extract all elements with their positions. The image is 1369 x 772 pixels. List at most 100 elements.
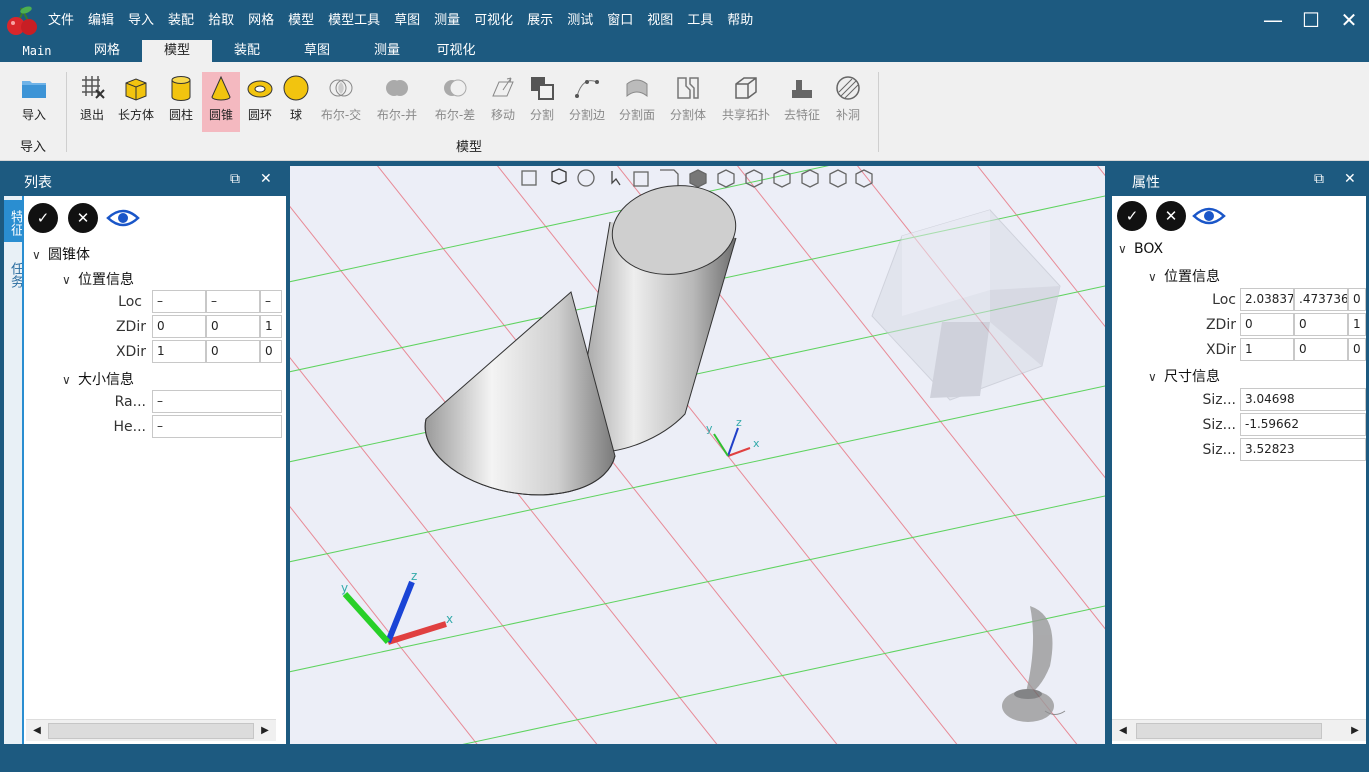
tab-assembly[interactable]: 装配 — [224, 40, 270, 62]
chevron-down-icon[interactable]: ∨ — [1118, 242, 1134, 256]
height-field[interactable]: – — [152, 415, 282, 438]
zdir-z-field[interactable]: 1 — [1348, 313, 1366, 336]
menu-view[interactable]: 视图 — [647, 9, 673, 28]
menu-visualize[interactable]: 可视化 — [474, 9, 513, 28]
menu-pick[interactable]: 拾取 — [208, 9, 234, 28]
loc-z-field[interactable]: – — [260, 290, 282, 313]
menu-sketch[interactable]: 草图 — [394, 9, 420, 28]
xdir-y-field[interactable]: 0 — [206, 340, 260, 363]
split-button[interactable]: 分割 — [526, 74, 558, 124]
float-panel-icon[interactable]: ⧉ — [1314, 171, 1324, 187]
tab-mesh[interactable]: 网格 — [84, 40, 130, 62]
menu-window[interactable]: 窗口 — [607, 9, 633, 28]
cylinder-button[interactable]: 圆柱 — [164, 74, 198, 124]
close-panel-icon[interactable]: ✕ — [260, 171, 272, 187]
zdir-y-field[interactable]: 0 — [206, 315, 260, 338]
loc-z-field[interactable]: 0 — [1348, 288, 1366, 311]
boolean-union-button[interactable]: 布尔-并 — [372, 74, 422, 124]
exit-button[interactable]: 退出 — [74, 74, 110, 124]
chevron-down-icon[interactable]: ∨ — [62, 273, 78, 287]
import-button[interactable]: 导入 — [14, 74, 54, 124]
split-edge-button[interactable]: 分割边 — [566, 74, 608, 124]
tree-node-position[interactable]: ∨ 位置信息 — [62, 269, 134, 289]
zdir-y-field[interactable]: 0 — [1294, 313, 1348, 336]
loc-x-field[interactable]: – — [152, 290, 206, 313]
menu-help[interactable]: 帮助 — [727, 9, 753, 28]
size-z-field[interactable]: 3.52823 — [1240, 438, 1366, 461]
scroll-right-icon[interactable]: ▶ — [1344, 720, 1366, 742]
fill-hole-button[interactable]: 补洞 — [830, 74, 866, 124]
cone-button[interactable]: 圆锥 — [202, 72, 240, 132]
tab-visualize[interactable]: 可视化 — [428, 40, 484, 62]
loc-y-field[interactable]: .473736 — [1294, 288, 1348, 311]
xdir-x-field[interactable]: 1 — [152, 340, 206, 363]
size-y-field[interactable]: -1.59662 — [1240, 413, 1366, 436]
tree-node-box[interactable]: ∨ BOX — [1118, 241, 1163, 257]
tab-measure[interactable]: 测量 — [364, 40, 410, 62]
menu-measure[interactable]: 测量 — [434, 9, 460, 28]
scene-canvas[interactable]: x z y x z y — [290, 166, 1105, 744]
menu-test[interactable]: 测试 — [567, 9, 593, 28]
xdir-y-field[interactable]: 0 — [1294, 338, 1348, 361]
scroll-right-icon[interactable]: ▶ — [254, 720, 276, 742]
float-panel-icon[interactable]: ⧉ — [230, 171, 240, 187]
menu-model-tools[interactable]: 模型工具 — [328, 9, 380, 28]
cancel-button[interactable]: ✕ — [68, 203, 98, 233]
torus-button[interactable]: 圆环 — [244, 74, 276, 124]
close-panel-icon[interactable]: ✕ — [1344, 171, 1356, 187]
menu-display[interactable]: 展示 — [527, 9, 553, 28]
split-body-button[interactable]: 分割体 — [666, 74, 710, 124]
close-button[interactable]: ✕ — [1334, 8, 1364, 32]
move-button[interactable]: 移动 — [484, 74, 522, 124]
confirm-button[interactable]: ✓ — [1117, 201, 1147, 231]
scroll-left-icon[interactable]: ◀ — [1112, 720, 1134, 742]
chevron-down-icon[interactable]: ∨ — [62, 373, 78, 387]
zdir-z-field[interactable]: 1 — [260, 315, 282, 338]
confirm-button[interactable]: ✓ — [28, 203, 58, 233]
zdir-x-field[interactable]: 0 — [1240, 313, 1294, 336]
scrollbar-thumb[interactable] — [1136, 723, 1322, 739]
menu-edit[interactable]: 编辑 — [88, 9, 114, 28]
3d-viewport[interactable]: x z y x z y — [290, 166, 1105, 744]
loc-x-field[interactable]: 2.03837 — [1240, 288, 1294, 311]
shared-topology-button[interactable]: 共享拓扑 — [718, 74, 774, 124]
menu-file[interactable]: 文件 — [48, 9, 74, 28]
tree-node-size[interactable]: ∨ 大小信息 — [62, 369, 134, 389]
tree-node-cone[interactable]: ∨ 圆锥体 — [32, 244, 90, 264]
tree-node-size[interactable]: ∨ 尺寸信息 — [1148, 366, 1220, 386]
chevron-down-icon[interactable]: ∨ — [1148, 370, 1164, 384]
split-face-button[interactable]: 分割面 — [616, 74, 658, 124]
sphere-button[interactable]: 球 — [280, 74, 312, 124]
boolean-intersect-button[interactable]: 布尔-交 — [316, 74, 366, 124]
menu-assembly[interactable]: 装配 — [168, 9, 194, 28]
menu-mesh[interactable]: 网格 — [248, 9, 274, 28]
tab-features[interactable]: 特征 — [4, 200, 23, 242]
zdir-x-field[interactable]: 0 — [152, 315, 206, 338]
menu-tools[interactable]: 工具 — [687, 9, 713, 28]
xdir-x-field[interactable]: 1 — [1240, 338, 1294, 361]
loc-y-field[interactable]: – — [206, 290, 260, 313]
menu-model[interactable]: 模型 — [288, 9, 314, 28]
radius-field[interactable]: – — [152, 390, 282, 413]
menu-import[interactable]: 导入 — [128, 9, 154, 28]
eye-icon[interactable] — [106, 206, 140, 230]
tab-main[interactable]: Main — [14, 40, 60, 62]
horizontal-scrollbar[interactable]: ◀ ▶ — [1112, 719, 1366, 741]
maximize-button[interactable]: ☐ — [1296, 8, 1326, 32]
horizontal-scrollbar[interactable]: ◀ ▶ — [26, 719, 276, 741]
chevron-down-icon[interactable]: ∨ — [1148, 270, 1164, 284]
tab-model[interactable]: 模型 — [142, 40, 212, 62]
boolean-difference-button[interactable]: 布尔-差 — [430, 74, 480, 124]
cancel-button[interactable]: ✕ — [1156, 201, 1186, 231]
scroll-left-icon[interactable]: ◀ — [26, 720, 48, 742]
xdir-z-field[interactable]: 0 — [1348, 338, 1366, 361]
scrollbar-thumb[interactable] — [48, 723, 254, 739]
xdir-z-field[interactable]: 0 — [260, 340, 282, 363]
box-button[interactable]: 长方体 — [114, 74, 158, 124]
defeature-button[interactable]: 去特征 — [780, 74, 824, 124]
eye-icon[interactable] — [1192, 204, 1226, 228]
tree-node-position[interactable]: ∨ 位置信息 — [1148, 266, 1220, 286]
size-x-field[interactable]: 3.04698 — [1240, 388, 1366, 411]
chevron-down-icon[interactable]: ∨ — [32, 248, 48, 262]
tab-tasks[interactable]: 任务 — [4, 252, 23, 294]
